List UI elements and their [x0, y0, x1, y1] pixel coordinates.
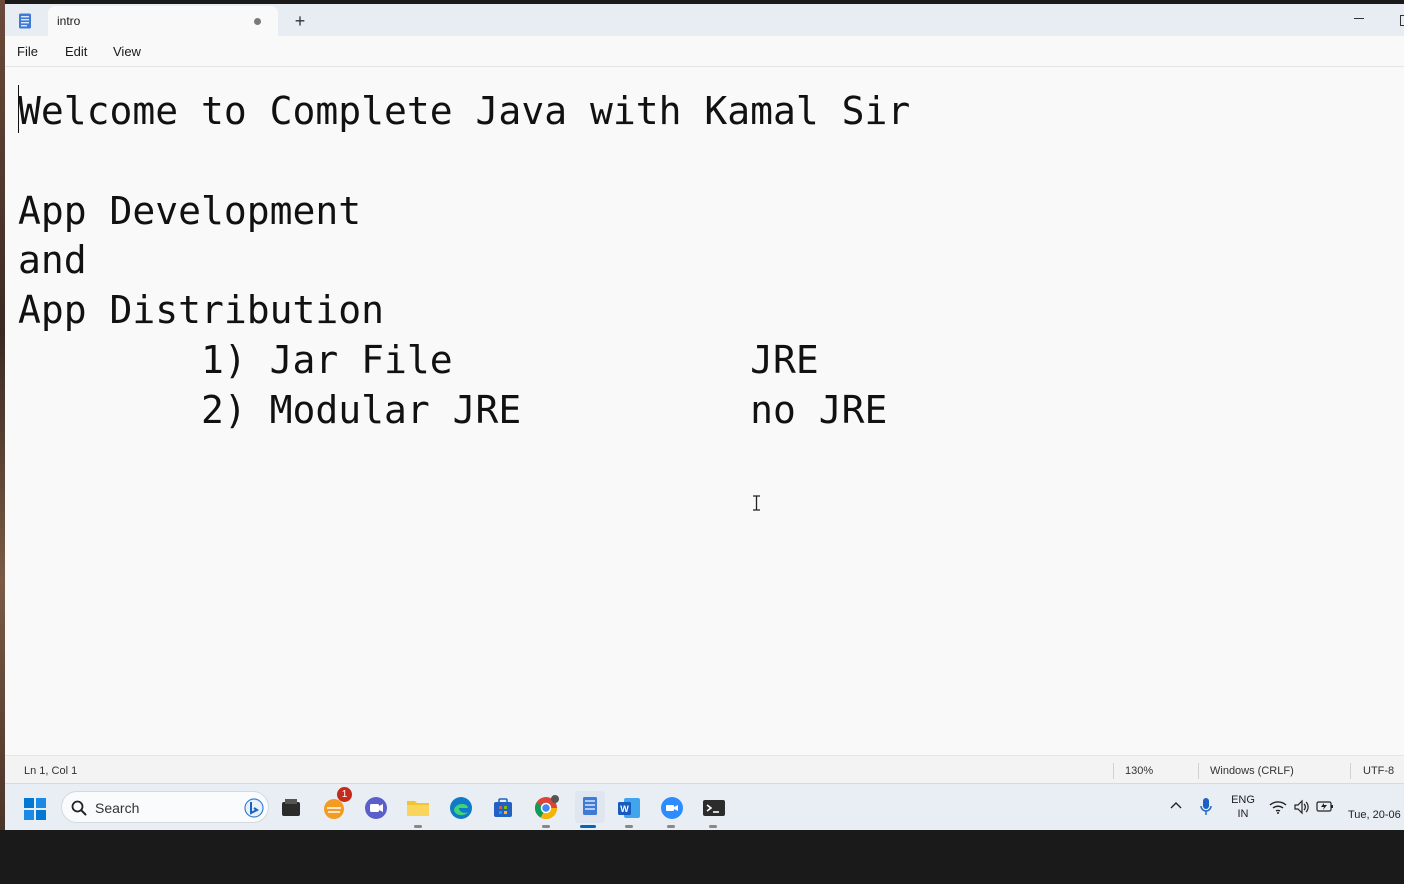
zoom-level: 130% [1125, 765, 1154, 777]
status-divider [1113, 763, 1114, 779]
zoom-running-indicator [667, 825, 675, 828]
chrome-running-indicator [542, 825, 550, 828]
notepad-active-indicator [580, 825, 596, 828]
desktop-screen: intro + File Edit View Welcome to Comple… [0, 0, 1404, 884]
taskbar: Search 1 W ENG IN Tue, 20-06 [5, 783, 1404, 830]
terminal-running-indicator [709, 825, 717, 828]
maximize-button[interactable] [1393, 6, 1404, 32]
windows-start-icon[interactable] [24, 798, 46, 820]
word-icon[interactable]: W [616, 795, 642, 821]
text-editor[interactable]: Welcome to Complete Java with Kamal Sir … [5, 67, 1404, 755]
volume-icon[interactable] [1293, 799, 1309, 815]
battery-icon[interactable] [1316, 799, 1334, 813]
chevron-up-icon[interactable] [1169, 798, 1183, 812]
folder-running-indicator [414, 825, 422, 828]
terminal-icon[interactable] [701, 795, 727, 821]
text-caret [18, 85, 19, 133]
zoom-icon[interactable] [659, 795, 685, 821]
status-bar: Ln 1, Col 1 130% Windows (CRLF) UTF-8 [5, 755, 1404, 783]
menu-bar: File Edit View [5, 36, 1404, 67]
line-ending: Windows (CRLF) [1210, 765, 1294, 777]
svg-text:W: W [620, 804, 629, 814]
region-code: IN [1237, 808, 1249, 820]
edge-icon[interactable] [448, 795, 474, 821]
menu-file[interactable]: File [17, 44, 38, 59]
folder-icon[interactable] [405, 795, 431, 821]
notepad-taskbar-icon[interactable] [575, 791, 605, 823]
language-code: ENG [1231, 794, 1255, 806]
minimize-button[interactable] [1342, 6, 1374, 32]
status-divider [1350, 763, 1351, 779]
status-divider [1198, 763, 1199, 779]
ibeam-cursor-icon [752, 495, 761, 511]
bing-icon[interactable] [244, 797, 264, 819]
taskbar-clock[interactable]: Tue, 20-06 [1348, 809, 1401, 821]
title-bar: intro + [5, 4, 1404, 37]
tab-title: intro [57, 14, 81, 28]
menu-edit[interactable]: Edit [65, 44, 87, 59]
language-indicator[interactable]: ENG IN [1231, 793, 1255, 821]
store-icon[interactable] [490, 795, 516, 821]
taskbar-search-box[interactable]: Search [61, 791, 269, 823]
tab-intro[interactable]: intro [48, 6, 278, 37]
unsaved-dot-icon[interactable] [254, 18, 261, 25]
notepad-app-icon [17, 12, 33, 29]
file-browser-icon[interactable] [278, 795, 304, 821]
notification-badge: 1 [337, 787, 352, 802]
word-running-indicator [625, 825, 633, 828]
new-tab-button[interactable]: + [288, 9, 312, 33]
editor-content[interactable]: Welcome to Complete Java with Kamal Sir … [18, 87, 910, 436]
video-call-icon[interactable] [363, 795, 389, 821]
encoding: UTF-8 [1363, 765, 1395, 777]
search-placeholder: Search [95, 800, 140, 816]
cursor-position: Ln 1, Col 1 [24, 765, 78, 777]
search-icon [71, 800, 87, 816]
chat-icon[interactable]: 1 [322, 787, 352, 821]
menu-view[interactable]: View [113, 44, 141, 59]
wifi-icon[interactable] [1269, 800, 1287, 814]
microphone-icon[interactable] [1199, 797, 1213, 817]
chrome-icon[interactable] [533, 795, 559, 821]
notepad-window: intro + File Edit View Welcome to Comple… [5, 4, 1404, 830]
